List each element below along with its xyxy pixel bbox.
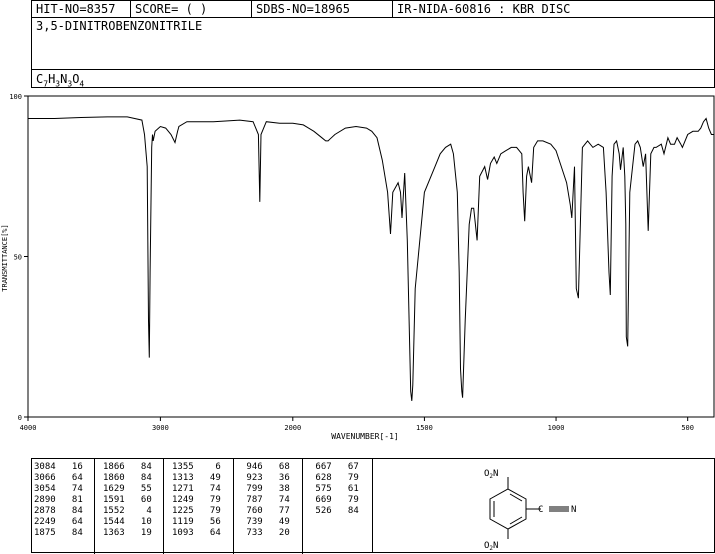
bottom-nitro-label: O2N [484,541,498,552]
peak-row: 1225 79 [172,506,221,516]
peak-column: 1355 6 1313 49 1271 74 1249 79 1225 79 1119 5… [172,462,221,539]
peak-row: 667 67 [310,462,359,472]
x-tick-label-4000: 4000 [20,424,37,432]
peak-row: 2890 81 [34,495,83,505]
y-tick-label-100: 100 [9,93,22,101]
x-tick-label-1000: 1000 [548,424,565,432]
nitrile-nitrogen-label: N [571,505,576,515]
peak-row: 946 68 [241,462,290,472]
peak-row: 733 20 [241,528,290,538]
x-tick-label-500: 500 [681,424,694,432]
carbon-label: C [538,505,543,515]
peak-column: 1866 84 1860 84 1629 55 1591 60 1552 4 1544 1… [103,462,152,539]
peak-row: 3084 16 [34,462,83,472]
peak-row: 923 36 [241,473,290,483]
peak-table: 3084 16 3066 64 3054 74 2890 81 2878 84 2249 … [31,458,374,554]
peak-row: 3066 64 [34,473,83,483]
molecule-structure: O2N O2N C N [484,469,576,552]
spectrum-line [28,116,714,401]
peak-row: 799 38 [241,484,290,494]
peak-column: 667 67 628 79 575 61 669 79 526 84 [310,462,359,517]
peak-column: 946 68 923 36 799 38 787 74 760 77 739 4… [241,462,290,539]
top-nitro-label: O2N [484,469,498,480]
peak-row: 669 79 [310,495,359,505]
peak-row: 575 61 [310,484,359,494]
peak-row: 2878 84 [34,506,83,516]
peak-row: 3054 74 [34,484,83,494]
x-tick-label-1500: 1500 [416,424,433,432]
peak-row: 1860 84 [103,473,152,483]
peak-row: 1629 55 [103,484,152,494]
peak-row: 526 84 [310,506,359,516]
y-axis-label: TRANSMITTANCE[%] [1,224,9,291]
peak-row: 1363 19 [103,528,152,538]
peak-row: 1591 60 [103,495,152,505]
structure-box: O2N O2N C N [372,458,715,553]
peak-row: 1093 64 [172,528,221,538]
ir-spectrum-chart: 4000 3000 2000 1500 1000 500 0 50 100 WAVENUMBE… [1,93,715,441]
peak-row: 1875 84 [34,528,83,538]
peak-row: 628 79 [310,473,359,483]
peak-row: 1271 74 [172,484,221,494]
peak-row: 760 77 [241,506,290,516]
peak-table-columns: 3084 16 3066 64 3054 74 2890 81 2878 84 2249 … [32,462,374,550]
peak-row: 787 74 [241,495,290,505]
peak-row: 1355 6 [172,462,221,472]
peak-row: 1552 4 [103,506,152,516]
y-tick-label-50: 50 [14,254,22,262]
peak-row: 1119 56 [172,517,221,527]
peak-row: 739 49 [241,517,290,527]
y-tick-label-0: 0 [18,414,22,422]
x-tick-label-2000: 2000 [284,424,301,432]
x-tick-label-3000: 3000 [152,424,169,432]
peak-row: 1544 10 [103,517,152,527]
peak-column: 3084 16 3066 64 3054 74 2890 81 2878 84 2249 … [34,462,83,539]
x-axis-label: WAVENUMBER[-1] [331,432,398,441]
peak-row: 1249 79 [172,495,221,505]
peak-row: 1866 84 [103,462,152,472]
peak-row: 2249 64 [34,517,83,527]
peak-row: 1313 49 [172,473,221,483]
